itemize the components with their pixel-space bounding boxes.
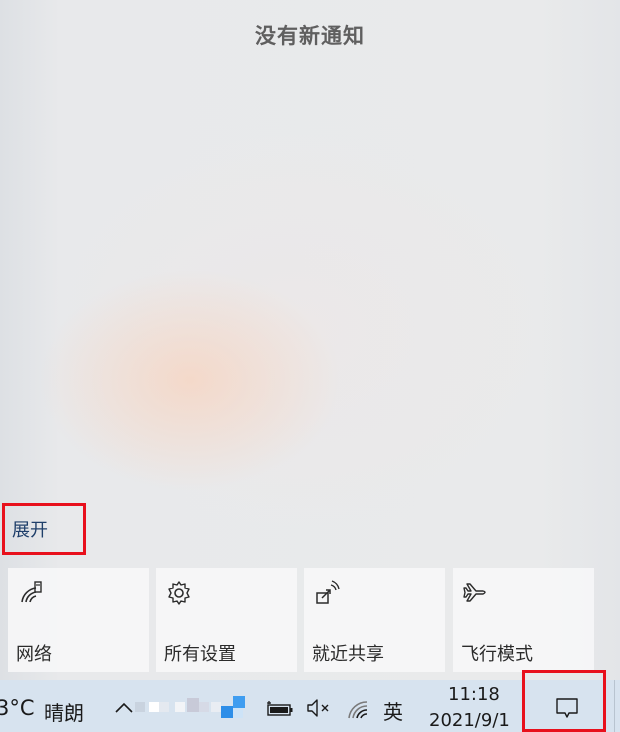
tray-app-icons[interactable]	[135, 694, 250, 720]
notification-center-icon	[556, 698, 578, 718]
tile-network[interactable]: 网络	[8, 568, 149, 672]
volume-muted-icon[interactable]	[306, 698, 332, 718]
show-desktop-button[interactable]	[614, 680, 620, 732]
chevron-up-icon[interactable]	[114, 700, 134, 714]
battery-icon[interactable]	[266, 700, 294, 716]
nearby-share-icon	[316, 580, 340, 604]
tile-nearby-share[interactable]: 就近共享	[304, 568, 445, 672]
airplane-icon	[463, 583, 486, 602]
notification-center-button[interactable]	[522, 670, 606, 732]
clock-date[interactable]: 2021/9/1	[429, 710, 510, 731]
quick-actions: 网络 所有设置 就近共享 飞行模式	[8, 568, 620, 672]
no-notifications-text: 没有新通知	[255, 24, 365, 48]
gear-icon	[168, 581, 190, 605]
tile-network-label: 网络	[16, 644, 52, 665]
weather-description[interactable]: 晴朗	[44, 697, 84, 726]
ime-indicator[interactable]: 英	[383, 696, 403, 725]
network-icon	[21, 581, 42, 603]
tile-all-settings-label: 所有设置	[164, 644, 236, 665]
tile-nearby-share-label: 就近共享	[312, 644, 384, 665]
wifi-icon[interactable]	[346, 698, 372, 720]
expand-link[interactable]: 展开	[2, 503, 86, 555]
tile-all-settings[interactable]: 所有设置	[156, 568, 297, 672]
action-center-panel: 没有新通知 展开 网络 所有设置 就近共享 飞行模式	[0, 0, 620, 680]
tile-airplane-mode-label: 飞行模式	[461, 644, 533, 665]
weather-temperature[interactable]: 3°C	[0, 696, 35, 720]
clock-time[interactable]: 11:18	[448, 684, 500, 705]
taskbar: 3°C 晴朗 英 11:18 2021/9/1	[0, 670, 620, 732]
tile-airplane-mode[interactable]: 飞行模式	[453, 568, 594, 672]
